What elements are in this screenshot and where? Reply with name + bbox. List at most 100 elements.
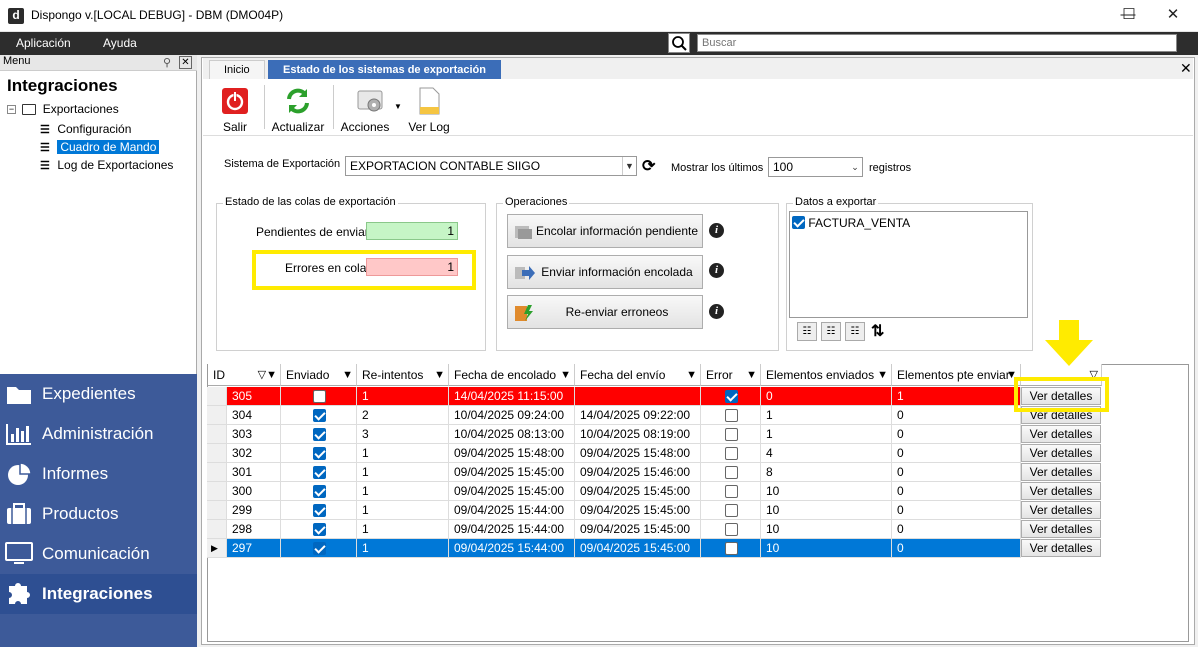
search-icon[interactable] — [668, 33, 690, 53]
table-row[interactable]: 304 2 10/04/2025 09:24:00 14/04/2025 09:22:… — [207, 406, 1102, 425]
checkbox[interactable] — [792, 216, 805, 229]
search-input[interactable] — [697, 34, 1177, 52]
info-icon[interactable]: i — [709, 263, 724, 278]
col-header-error[interactable]: Error ▼ — [701, 364, 761, 386]
list-item[interactable]: FACTURA_VENTA — [792, 214, 910, 230]
tree-node-log-exportaciones[interactable]: ☰ Log de Exportaciones — [40, 156, 173, 174]
checkbox[interactable] — [313, 523, 326, 536]
close-panel-icon[interactable]: ✕ — [179, 56, 192, 69]
reenviar-button[interactable]: Re-enviar erroneos — [507, 295, 703, 329]
filter-icon[interactable]: ▽▼ — [258, 364, 277, 386]
tree-node-cuadro-de-mando[interactable]: ☰ Cuadro de Mando — [40, 138, 160, 156]
chevron-down-icon[interactable]: ▼ — [394, 102, 402, 111]
row-header[interactable]: ▶ — [207, 539, 227, 558]
row-header[interactable] — [207, 520, 227, 539]
mostrar-select[interactable]: 100 ⌄ — [768, 157, 863, 177]
checkbox[interactable] — [725, 504, 738, 517]
checkbox[interactable] — [725, 409, 738, 422]
checkbox[interactable] — [725, 485, 738, 498]
checkbox[interactable] — [725, 523, 738, 536]
tree-node-exportaciones[interactable]: − Exportaciones — [7, 100, 119, 118]
col-header-reintentos[interactable]: Re-intentos ▼ — [357, 364, 449, 386]
ver-detalles-button[interactable]: Ver detalles — [1021, 425, 1101, 443]
menu-aplicacion[interactable]: Aplicación — [16, 36, 71, 50]
tab-inicio[interactable]: Inicio — [209, 60, 265, 79]
chevron-down-icon[interactable]: ▼ — [622, 157, 636, 175]
col-header-fecha-envio[interactable]: Fecha del envío ▼ — [575, 364, 701, 386]
nav-administracion[interactable]: Administración — [0, 414, 197, 454]
checkbox[interactable] — [725, 390, 738, 403]
checkbox[interactable] — [725, 466, 738, 479]
table-row[interactable]: 300 1 09/04/2025 15:45:00 09/04/2025 15:45:… — [207, 482, 1102, 501]
tab-estado-exportacion[interactable]: Estado de los sistemas de exportación — [268, 60, 501, 79]
ver-detalles-button[interactable]: Ver detalles — [1021, 463, 1101, 481]
table-row[interactable]: 302 1 09/04/2025 15:48:00 09/04/2025 15:48:… — [207, 444, 1102, 463]
ver-detalles-button[interactable]: Ver detalles — [1021, 444, 1101, 462]
table-row[interactable]: 301 1 09/04/2025 15:45:00 09/04/2025 15:46:… — [207, 463, 1102, 482]
datos-list[interactable]: FACTURA_VENTA — [789, 211, 1028, 318]
nav-integraciones[interactable]: Integraciones — [0, 574, 197, 614]
ver-detalles-button[interactable]: Ver detalles — [1021, 539, 1101, 557]
row-header[interactable] — [207, 406, 227, 425]
table-row[interactable]: 305 1 14/04/2025 11:15:00 0 1 — [207, 387, 1102, 406]
table-row[interactable]: ▶ 297 1 09/04/2025 15:44:00 09/04/2025 15:45… — [207, 539, 1102, 558]
filter-icon[interactable]: ▼ — [686, 364, 697, 386]
select-none-icon[interactable]: ☷ — [821, 322, 841, 341]
filter-icon[interactable]: ▼ — [560, 364, 571, 386]
checkbox[interactable] — [313, 409, 326, 422]
table-row[interactable]: 299 1 09/04/2025 15:44:00 09/04/2025 15:45:… — [207, 501, 1102, 520]
ver-detalles-button[interactable]: Ver detalles — [1021, 501, 1101, 519]
filter-icon[interactable]: ▼ — [434, 364, 445, 386]
ver-detalles-button[interactable]: Ver detalles — [1021, 482, 1101, 500]
info-icon[interactable]: i — [709, 304, 724, 319]
nav-informes[interactable]: Informes — [0, 454, 197, 494]
col-header-enviado[interactable]: Enviado ▼ — [281, 364, 357, 386]
info-icon[interactable]: i — [709, 223, 724, 238]
row-header[interactable] — [207, 387, 227, 406]
refresh-icon[interactable]: ⟳ — [642, 156, 655, 176]
sistema-select[interactable]: EXPORTACION CONTABLE SIIGO ▼ — [345, 156, 637, 176]
checkbox[interactable] — [313, 542, 326, 555]
checkbox[interactable] — [725, 447, 738, 460]
row-header[interactable] — [207, 463, 227, 482]
filter-icon[interactable]: ▼ — [746, 364, 757, 386]
actualizar-button[interactable]: Actualizar — [270, 81, 326, 138]
nav-expedientes[interactable]: Expedientes — [0, 374, 197, 414]
col-header-id[interactable]: ID ▽▼ — [208, 364, 281, 386]
row-header[interactable] — [207, 425, 227, 444]
row-header[interactable] — [207, 482, 227, 501]
col-header-elementos-pte[interactable]: Elementos pte enviar ▼ — [892, 364, 1021, 386]
checkbox[interactable] — [313, 466, 326, 479]
row-header[interactable] — [207, 501, 227, 520]
ver-detalles-button[interactable]: Ver detalles — [1021, 520, 1101, 538]
row-header[interactable] — [207, 444, 227, 463]
filter-icon[interactable]: ▼ — [342, 364, 353, 386]
checkbox[interactable] — [725, 428, 738, 441]
encolar-button[interactable]: Encolar información pendiente — [507, 214, 703, 248]
menu-ayuda[interactable]: Ayuda — [103, 36, 137, 50]
table-row[interactable]: 298 1 09/04/2025 15:44:00 09/04/2025 15:45:… — [207, 520, 1102, 539]
nav-comunicacion[interactable]: Comunicación — [0, 534, 197, 574]
pin-icon[interactable]: ⚲ — [163, 56, 171, 69]
checkbox[interactable] — [313, 390, 326, 403]
chevron-down-icon[interactable]: ⌄ — [848, 158, 862, 176]
checkbox[interactable] — [313, 447, 326, 460]
checkbox[interactable] — [313, 504, 326, 517]
nav-productos[interactable]: Productos — [0, 494, 197, 534]
close-tab-icon[interactable]: ✕ — [1180, 60, 1192, 77]
invert-selection-icon[interactable]: ☷ — [845, 322, 865, 341]
collapse-icon[interactable]: − — [7, 105, 16, 115]
checkbox[interactable] — [313, 428, 326, 441]
checkbox[interactable] — [313, 485, 326, 498]
tree-node-configuracion[interactable]: ☰ Configuración — [40, 120, 131, 138]
enviar-button[interactable]: Enviar información encolada — [507, 255, 703, 289]
filter-icon[interactable]: ▼ — [877, 364, 888, 386]
maximize-button[interactable]: ☐ — [1106, 0, 1152, 32]
table-row[interactable]: 303 3 10/04/2025 08:13:00 10/04/2025 08:19:… — [207, 425, 1102, 444]
select-all-icon[interactable]: ☷ — [797, 322, 817, 341]
salir-button[interactable]: Salir — [213, 81, 257, 138]
close-window-button[interactable]: ✕ — [1150, 0, 1196, 32]
col-header-fecha-encolado[interactable]: Fecha de encolado ▼ — [449, 364, 575, 386]
col-header-elementos-enviados[interactable]: Elementos enviados ▼ — [761, 364, 892, 386]
checkbox[interactable] — [725, 542, 738, 555]
